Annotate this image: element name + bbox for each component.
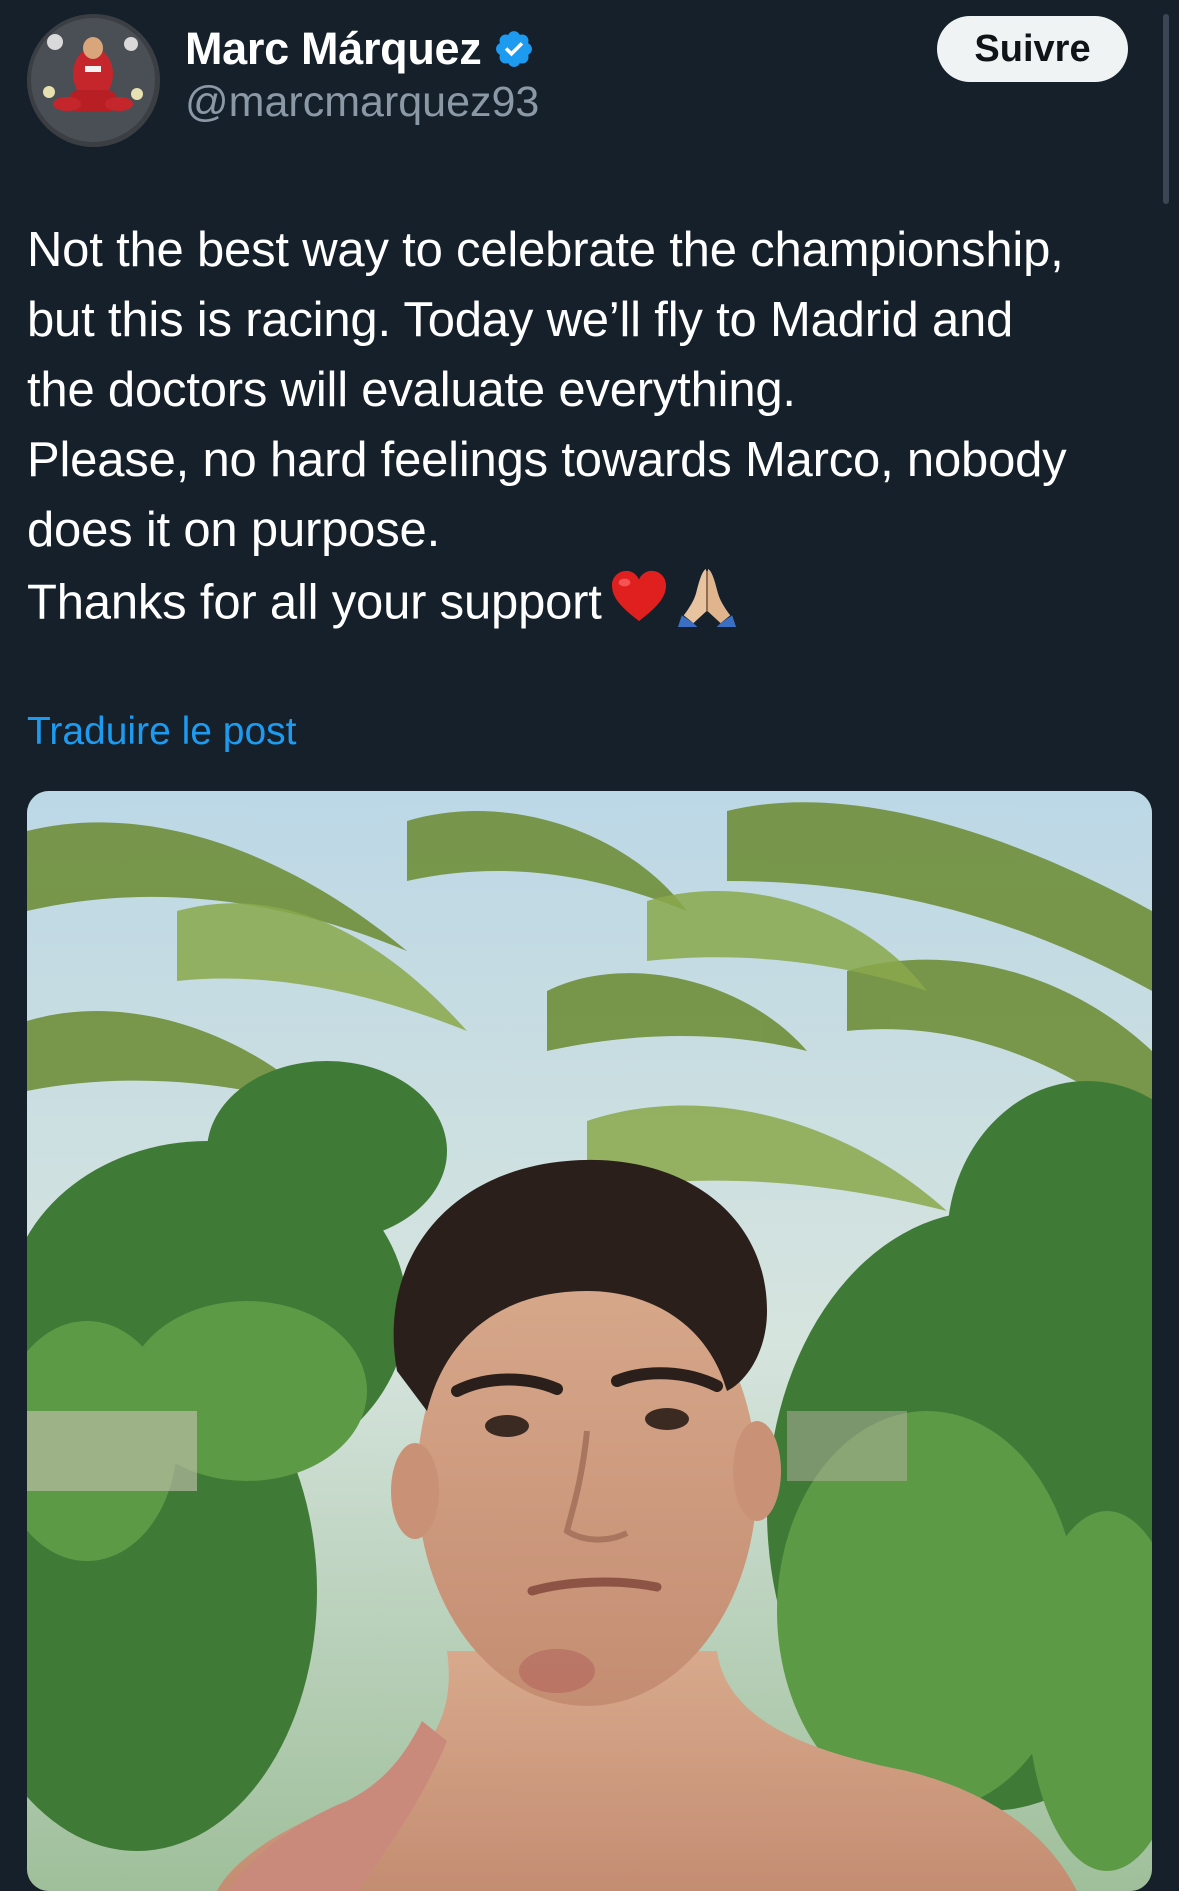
verified-badge-icon	[493, 28, 535, 70]
selfie-palm-trees-photo-icon	[27, 791, 1152, 1891]
avatar-image	[27, 14, 160, 147]
folded-hands-emoji-icon	[676, 565, 738, 646]
tweet-line: Thanks for all your support	[27, 575, 602, 630]
tweet-last-line: Thanks for all your support	[27, 565, 1157, 646]
user-handle[interactable]: @marcmarquez93	[185, 78, 539, 127]
tweet-line: Please, no hard feelings towards Marco, …	[27, 433, 1067, 487]
tweet-line: does it on purpose.	[27, 503, 440, 557]
tweet-media-photo[interactable]	[27, 791, 1152, 1891]
display-name[interactable]: Marc Márquez	[185, 23, 482, 75]
tweet-line: the doctors will evaluate everything.	[27, 363, 796, 417]
tweet-line: but this is racing. Today we’ll fly to M…	[27, 293, 1014, 347]
follow-button[interactable]: Suivre	[937, 16, 1128, 82]
tweet-header: Marc Márquez @marcmarquez93 Suivre	[0, 0, 1179, 160]
name-row: Marc Márquez	[185, 18, 535, 80]
translate-post-link[interactable]: Traduire le post	[27, 710, 297, 754]
red-heart-emoji-icon	[610, 569, 668, 642]
avatar[interactable]	[27, 14, 160, 147]
tweet-text: Not the best way to celebrate the champi…	[27, 215, 1157, 646]
tweet-line: Not the best way to celebrate the champi…	[27, 223, 1064, 277]
